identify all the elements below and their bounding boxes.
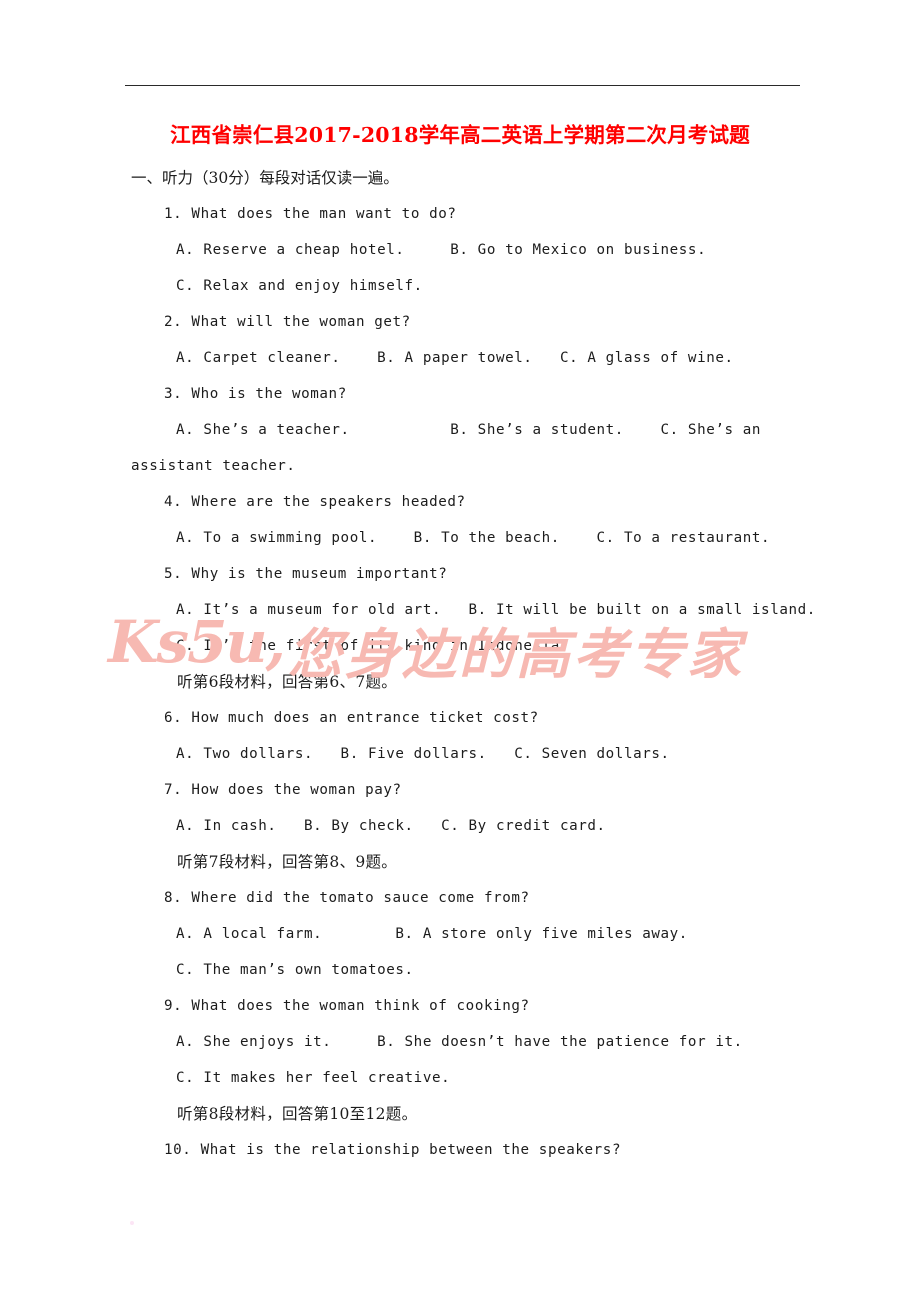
question-line: 2. What will the woman get? bbox=[164, 314, 411, 330]
option-line: A. Carpet cleaner. B. A paper towel. C. … bbox=[176, 350, 734, 366]
header-divider-rule bbox=[125, 85, 800, 86]
option-line: C. Relax and enjoy himself. bbox=[176, 278, 423, 294]
section-heading: 一、听力（30分）每段对话仅读一遍。 bbox=[131, 169, 399, 187]
option-line: A. A local farm. B. A store only five mi… bbox=[176, 926, 688, 942]
listening-note-line: 听第7段材料，回答第8、9题。 bbox=[177, 853, 398, 871]
listening-note-line: 听第8段材料，回答第10至12题。 bbox=[177, 1105, 418, 1123]
option-line: C. It’s the first of its kind in Indones… bbox=[176, 638, 570, 654]
option-line: A. In cash. B. By check. C. By credit ca… bbox=[176, 818, 606, 834]
question-line: 1. What does the man want to do? bbox=[164, 206, 457, 222]
question-line: 9. What does the woman think of cooking? bbox=[164, 998, 530, 1014]
question-line: 7. How does the woman pay? bbox=[164, 782, 402, 798]
page-artifact-speck bbox=[130, 1221, 134, 1225]
question-line: 4. Where are the speakers headed? bbox=[164, 494, 466, 510]
listening-note-line: 听第6段材料，回答第6、7题。 bbox=[177, 673, 398, 691]
option-line: A. She enjoys it. B. She doesn’t have th… bbox=[176, 1034, 743, 1050]
option-line: A. She’s a teacher. B. She’s a student. … bbox=[176, 422, 762, 438]
option-line: C. The man’s own tomatoes. bbox=[176, 962, 414, 978]
option-line: A. It’s a museum for old art. B. It will… bbox=[176, 602, 816, 618]
wrapped-continuation-line: assistant teacher. bbox=[131, 458, 296, 474]
option-line: A. Reserve a cheap hotel. B. Go to Mexic… bbox=[176, 242, 707, 258]
question-line: 6. How much does an entrance ticket cost… bbox=[164, 710, 539, 726]
document-body: 一、听力（30分）每段对话仅读一遍。 1. What does the man w… bbox=[0, 160, 920, 1168]
question-line: 8. Where did the tomato sauce come from? bbox=[164, 890, 530, 906]
question-line: 3. Who is the woman? bbox=[164, 386, 347, 402]
page-title: 江西省崇仁县2017-2018学年高二英语上学期第二次月考试题 bbox=[170, 123, 750, 147]
option-line: A. To a swimming pool. B. To the beach. … bbox=[176, 530, 771, 546]
question-line: 5. Why is the museum important? bbox=[164, 566, 448, 582]
question-line: 10. What is the relationship between the… bbox=[164, 1142, 622, 1158]
document-page: 江西省崇仁县2017-2018学年高二英语上学期第二次月考试题 一、听力（30分… bbox=[0, 0, 920, 1302]
option-line: A. Two dollars. B. Five dollars. C. Seve… bbox=[176, 746, 670, 762]
option-line: C. It makes her feel creative. bbox=[176, 1070, 451, 1086]
